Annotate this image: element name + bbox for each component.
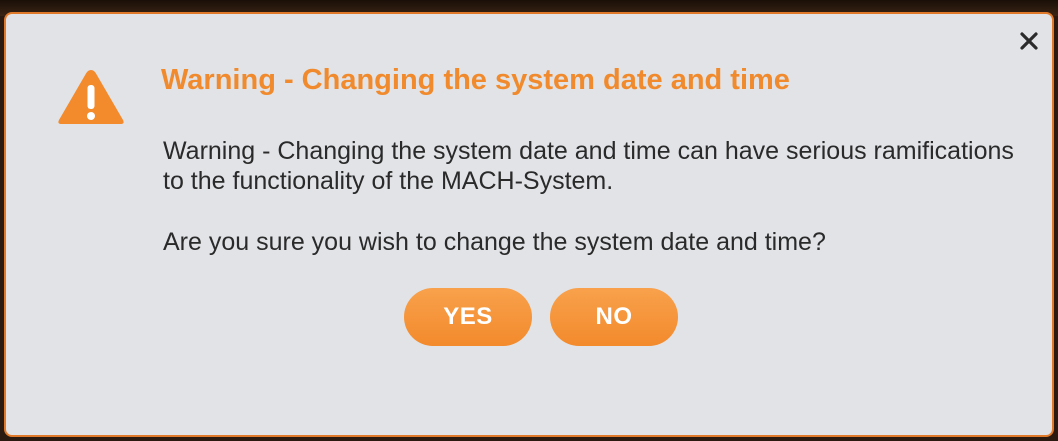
yes-button[interactable]: YES bbox=[404, 288, 532, 346]
warning-dialog: Warning - Changing the system date and t… bbox=[4, 12, 1054, 437]
close-button[interactable] bbox=[1014, 26, 1044, 56]
no-button[interactable]: NO bbox=[550, 288, 678, 346]
warning-icon bbox=[58, 70, 124, 124]
close-icon bbox=[1020, 32, 1038, 50]
dialog-message: Warning - Changing the system date and t… bbox=[163, 137, 1014, 195]
dialog-question: Are you sure you wish to change the syst… bbox=[163, 228, 826, 256]
yes-button-label: YES bbox=[443, 303, 493, 330]
no-button-label: NO bbox=[595, 303, 633, 330]
dialog-title: Warning - Changing the system date and t… bbox=[161, 64, 790, 96]
